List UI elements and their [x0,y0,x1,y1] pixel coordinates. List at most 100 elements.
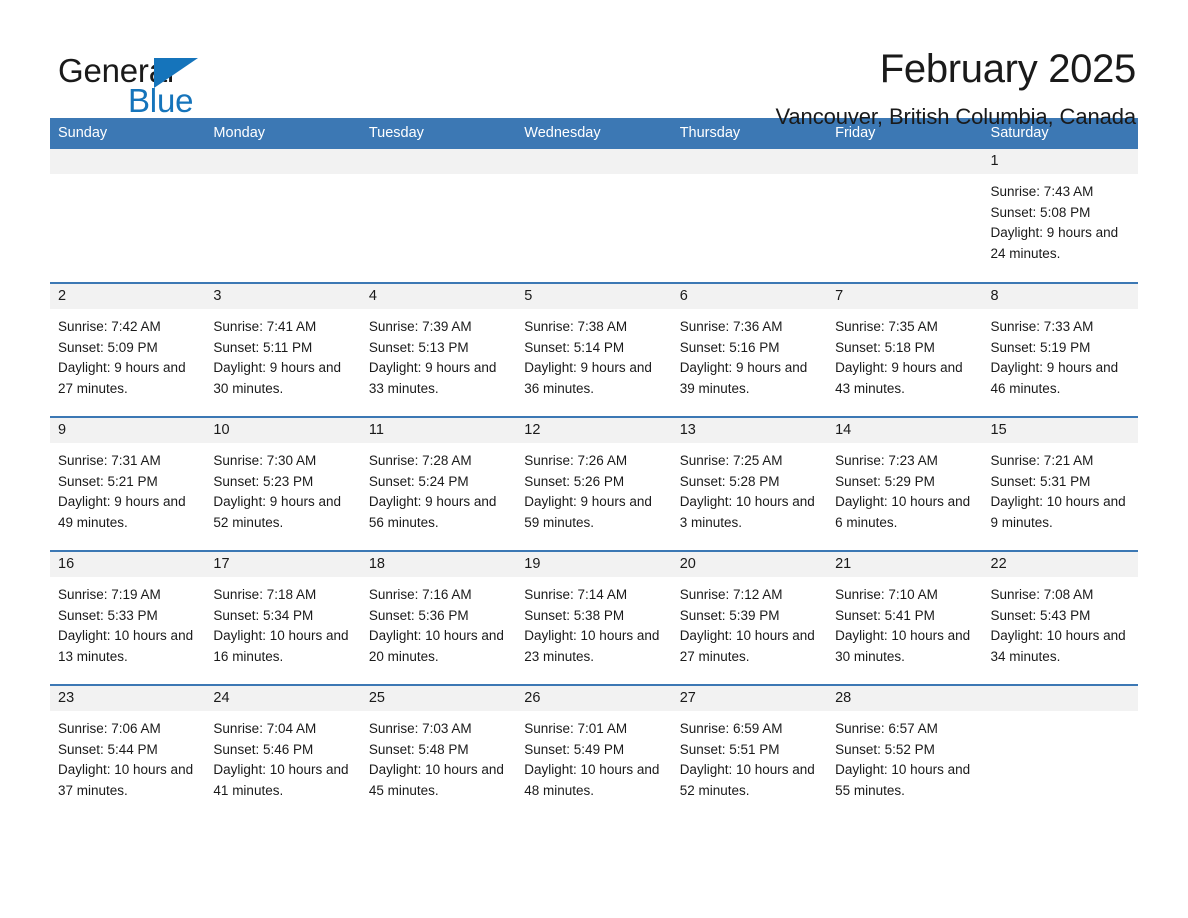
sunset-text: Sunset: 5:18 PM [835,339,935,355]
day-number: 12 [516,418,672,443]
daylight-text: Daylight: 9 hours and 52 minutes. [213,494,341,530]
day-cell[interactable]: 13 Sunrise: 7:25 AM Sunset: 5:28 PM Dayligh… [671,416,828,551]
day-cell-empty [50,149,206,283]
day-cell[interactable]: 4 Sunrise: 7:39 AM Sunset: 5:13 PM Daylight… [360,282,517,417]
day-number: 21 [827,552,983,577]
day-cell[interactable]: 21 Sunrise: 7:10 AM Sunset: 5:41 PM Dayligh… [827,550,983,685]
day-cell[interactable]: 16 Sunrise: 7:19 AM Sunset: 5:33 PM Dayligh… [50,550,206,685]
day-number-band [827,149,983,174]
daylight-text: Daylight: 10 hours and 6 minutes. [835,494,971,530]
day-cell-empty [205,149,361,283]
sunset-text: Sunset: 5:14 PM [524,339,625,355]
day-cell[interactable]: 24 Sunrise: 7:04 AM Sunset: 5:46 PM Dayligh… [205,684,361,819]
daylight-text: Daylight: 10 hours and 13 minutes. [58,628,194,664]
sunrise-text: Sunrise: 7:36 AM [679,319,783,334]
day-details: Sunrise: 7:30 AM Sunset: 5:23 PM Daylight:… [205,443,360,533]
daylight-text: Daylight: 9 hours and 56 minutes. [368,494,497,530]
day-details: Sunrise: 7:33 AM Sunset: 5:19 PM Daylight:… [983,309,1138,399]
sunset-text: Sunset: 5:19 PM [990,339,1091,355]
day-cell[interactable]: 9 Sunrise: 7:31 AM Sunset: 5:21 PM Daylight… [50,416,206,551]
day-details: Sunrise: 7:31 AM Sunset: 5:21 PM Daylight:… [50,443,205,533]
sunrise-text: Sunrise: 7:18 AM [213,587,317,602]
day-cell[interactable]: 1 Sunrise: 7:43 AM Sunset: 5:08 PM Daylight… [982,149,1138,283]
day-cell[interactable]: 18 Sunrise: 7:16 AM Sunset: 5:36 PM Dayligh… [360,550,517,685]
day-number-band [205,149,361,174]
weekday-header-tuesday: Tuesday [360,118,517,149]
daylight-text: Daylight: 10 hours and 55 minutes. [835,762,971,798]
sunrise-text: Sunrise: 7:21 AM [990,453,1094,468]
day-details: Sunrise: 7:41 AM Sunset: 5:11 PM Daylight:… [205,309,360,399]
daylight-text: Daylight: 9 hours and 27 minutes. [58,360,186,396]
day-number: 9 [50,418,206,443]
sunrise-text: Sunrise: 7:26 AM [524,453,628,468]
day-number: 24 [205,686,361,711]
day-number: 22 [982,552,1138,577]
page-title: February 2025 [879,47,1137,91]
day-cell[interactable]: 8 Sunrise: 7:33 AM Sunset: 5:19 PM Daylight… [982,282,1138,417]
day-details: Sunrise: 7:08 AM Sunset: 5:43 PM Daylight:… [983,577,1138,667]
sunrise-text: Sunrise: 7:39 AM [368,319,472,334]
day-details: Sunrise: 7:16 AM Sunset: 5:36 PM Daylight:… [361,577,516,667]
daylight-text: Daylight: 10 hours and 23 minutes. [524,628,660,664]
daylight-text: Daylight: 10 hours and 37 minutes. [58,762,194,798]
week-row: 1 Sunrise: 7:43 AM Sunset: 5:08 PM Daylight… [50,149,1138,283]
daylight-text: Daylight: 9 hours and 39 minutes. [679,360,808,396]
daylight-text: Daylight: 10 hours and 41 minutes. [213,762,349,798]
day-cell[interactable]: 23 Sunrise: 7:06 AM Sunset: 5:44 PM Dayligh… [50,684,206,819]
day-cell[interactable]: 28 Sunrise: 6:57 AM Sunset: 5:52 PM Dayligh… [827,684,983,819]
day-details: Sunrise: 7:04 AM Sunset: 5:46 PM Daylight:… [205,711,360,801]
sunrise-text: Sunrise: 6:59 AM [679,721,783,736]
logo-text-blue: Blue [128,82,194,119]
calendar-page: General Blue February 2025 Vancouver, Br… [0,0,1188,918]
day-cell[interactable]: 3 Sunrise: 7:41 AM Sunset: 5:11 PM Daylight… [205,282,361,417]
sunrise-text: Sunrise: 7:38 AM [524,319,628,334]
day-cell[interactable]: 22 Sunrise: 7:08 AM Sunset: 5:43 PM Dayligh… [982,550,1138,685]
daylight-text: Daylight: 10 hours and 20 minutes. [368,628,504,664]
day-cell[interactable]: 11 Sunrise: 7:28 AM Sunset: 5:24 PM Dayligh… [360,416,517,551]
day-details: Sunrise: 7:35 AM Sunset: 5:18 PM Daylight:… [827,309,982,399]
day-cell[interactable]: 10 Sunrise: 7:30 AM Sunset: 5:23 PM Dayligh… [205,416,361,551]
day-details: Sunrise: 7:06 AM Sunset: 5:44 PM Daylight:… [50,711,205,801]
sunset-text: Sunset: 5:24 PM [368,473,469,489]
week-row: 9 Sunrise: 7:31 AM Sunset: 5:21 PM Daylight… [50,416,1138,551]
day-details: Sunrise: 7:38 AM Sunset: 5:14 PM Daylight:… [516,309,671,399]
day-cell[interactable]: 26 Sunrise: 7:01 AM Sunset: 5:49 PM Dayligh… [516,684,672,819]
day-number: 23 [50,686,206,711]
daylight-text: Daylight: 10 hours and 34 minutes. [990,628,1126,664]
day-cell[interactable]: 2 Sunrise: 7:42 AM Sunset: 5:09 PM Daylight… [50,282,206,417]
day-number: 15 [982,418,1138,443]
sunset-text: Sunset: 5:29 PM [835,473,935,489]
day-cell[interactable]: 5 Sunrise: 7:38 AM Sunset: 5:14 PM Daylight… [516,282,672,417]
day-number: 16 [50,552,206,577]
day-cell[interactable]: 6 Sunrise: 7:36 AM Sunset: 5:16 PM Daylight… [671,282,828,417]
weekday-header-sunday: Sunday [50,118,206,149]
sunset-text: Sunset: 5:51 PM [679,741,780,757]
sunset-text: Sunset: 5:26 PM [524,473,625,489]
day-cell[interactable]: 15 Sunrise: 7:21 AM Sunset: 5:31 PM Dayligh… [982,416,1138,551]
sunset-text: Sunset: 5:13 PM [368,339,469,355]
daylight-text: Daylight: 9 hours and 36 minutes. [524,360,652,396]
day-cell[interactable]: 7 Sunrise: 7:35 AM Sunset: 5:18 PM Daylight… [827,282,983,417]
sunrise-text: Sunrise: 6:57 AM [835,721,938,736]
day-cell[interactable]: 17 Sunrise: 7:18 AM Sunset: 5:34 PM Dayligh… [205,550,361,685]
day-number: 26 [516,686,672,711]
weekday-header-wednesday: Wednesday [516,118,672,149]
day-cell[interactable]: 19 Sunrise: 7:14 AM Sunset: 5:38 PM Dayligh… [516,550,672,685]
day-cell[interactable]: 14 Sunrise: 7:23 AM Sunset: 5:29 PM Dayligh… [827,416,983,551]
sunset-text: Sunset: 5:39 PM [679,607,780,623]
day-cell[interactable]: 27 Sunrise: 6:59 AM Sunset: 5:51 PM Dayligh… [671,684,828,819]
day-cell[interactable]: 12 Sunrise: 7:26 AM Sunset: 5:26 PM Dayligh… [516,416,672,551]
day-number: 4 [360,284,517,309]
day-details: Sunrise: 7:19 AM Sunset: 5:33 PM Daylight:… [50,577,205,667]
daylight-text: Daylight: 9 hours and 49 minutes. [58,494,186,530]
week-row: 16 Sunrise: 7:19 AM Sunset: 5:33 PM Dayligh… [50,550,1138,685]
daylight-text: Daylight: 10 hours and 3 minutes. [679,494,815,530]
sunset-text: Sunset: 5:21 PM [58,473,158,489]
daylight-text: Daylight: 10 hours and 52 minutes. [679,762,815,798]
day-details: Sunrise: 7:03 AM Sunset: 5:48 PM Daylight:… [361,711,516,801]
general-blue-logo: General Blue [50,48,240,118]
day-number: 7 [827,284,983,309]
sunrise-text: Sunrise: 7:30 AM [213,453,317,468]
day-cell[interactable]: 25 Sunrise: 7:03 AM Sunset: 5:48 PM Dayligh… [360,684,517,819]
day-cell[interactable]: 20 Sunrise: 7:12 AM Sunset: 5:39 PM Dayligh… [671,550,828,685]
